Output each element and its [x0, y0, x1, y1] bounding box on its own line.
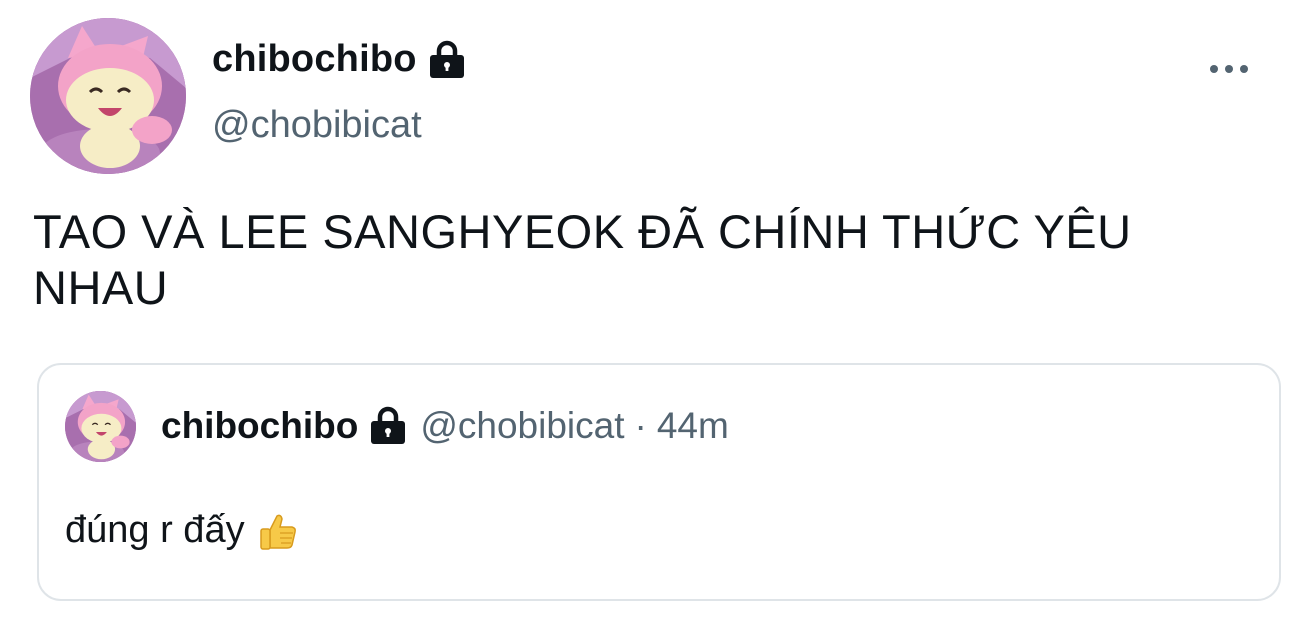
quoted-author-handle[interactable]: @chobibicat [420, 405, 624, 447]
tweet: chibochibo @chobibicat TAO VÀ LEE SANGHY… [0, 0, 1290, 621]
tweet-text: TAO VÀ LEE SANGHYEOK ĐÃ CHÍNH THỨC YÊU N… [33, 205, 1132, 314]
lock-icon [427, 40, 467, 80]
quoted-tweet-text-row: đúng r đấy [65, 509, 299, 552]
quoted-tweet-card[interactable]: chibochibo @chobibicat · 44m đúng r đấy [37, 363, 1281, 601]
quoted-tweet-text: đúng r đấy [65, 509, 245, 551]
more-options-button[interactable] [1204, 54, 1254, 84]
quoted-tweet-header: chibochibo @chobibicat · 44m [161, 405, 729, 447]
separator-dot: · [634, 405, 647, 446]
author-name-row: chibochibo [212, 38, 467, 81]
quoted-author-avatar[interactable] [65, 391, 136, 462]
more-dots-icon [1210, 65, 1248, 73]
author-avatar[interactable] [30, 18, 186, 174]
quoted-tweet-timestamp[interactable]: 44m [657, 405, 729, 447]
author-handle[interactable]: @chobibicat [212, 104, 422, 147]
author-display-name[interactable]: chibochibo [212, 38, 417, 81]
lock-icon [368, 406, 408, 446]
thumbs-up-icon [257, 510, 299, 552]
quoted-author-display-name[interactable]: chibochibo [161, 405, 358, 447]
